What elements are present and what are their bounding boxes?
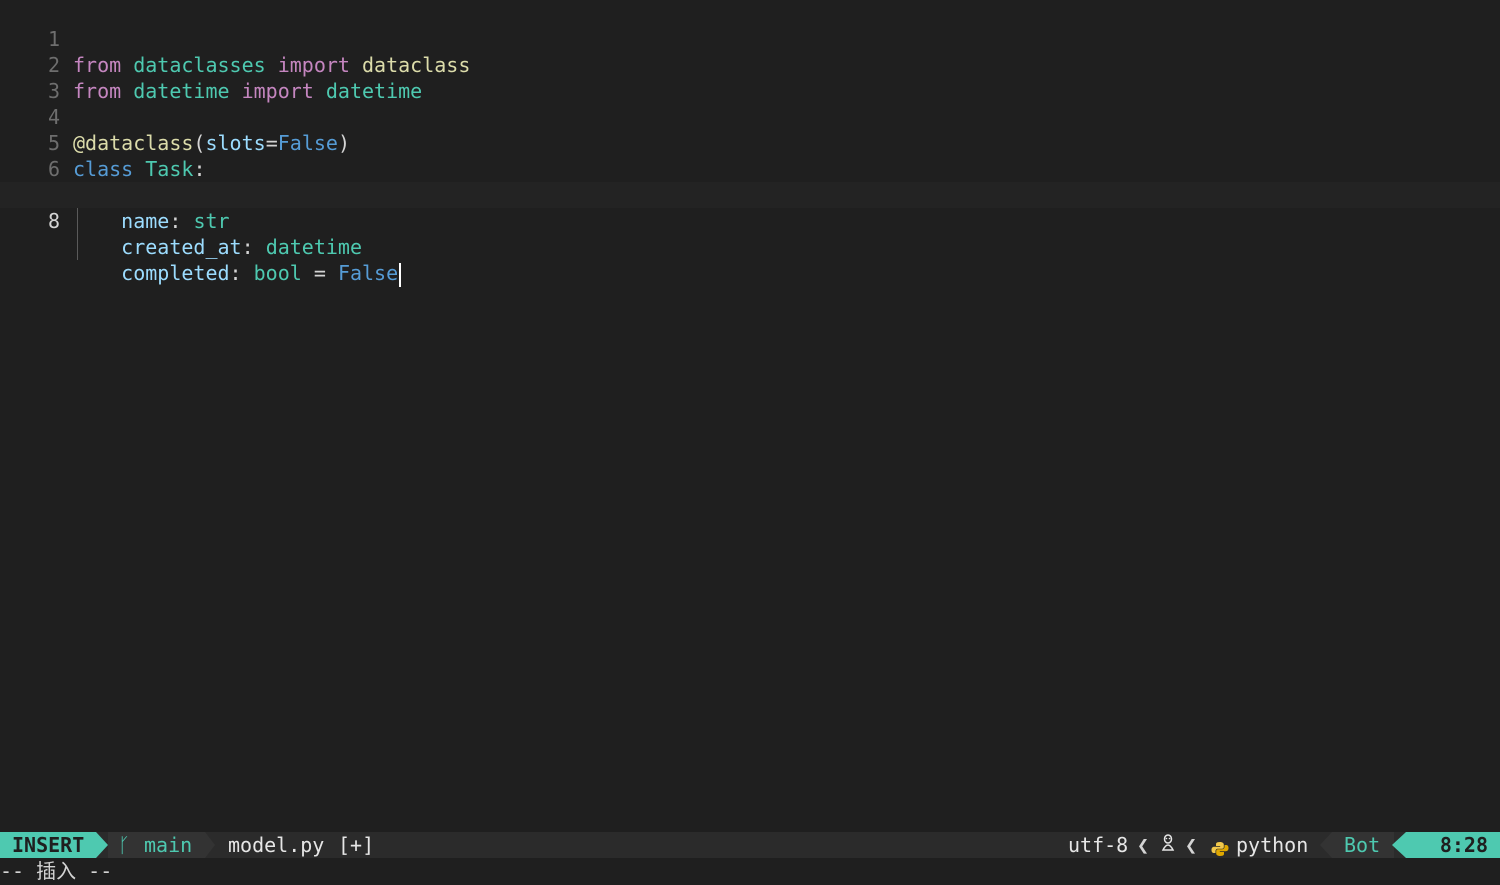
file-name[interactable]: model.py <box>228 832 324 858</box>
code-line-current[interactable]: 8 completed: bool = False <box>0 182 1500 287</box>
code-token: name <box>121 209 170 233</box>
chevron-left-icon: ❮ <box>1137 833 1150 857</box>
code-token: : <box>229 261 254 285</box>
line-number: 8 <box>47 209 60 233</box>
position-separator <box>1392 832 1406 858</box>
file-type: python <box>1236 833 1309 857</box>
chevron-left-icon: ❮ <box>1185 833 1198 857</box>
code-token: = <box>301 261 338 285</box>
mode-separator <box>96 832 108 858</box>
branch-separator <box>205 832 215 858</box>
line-code: name: str <box>73 208 230 234</box>
code-line[interactable]: 1 from dataclasses import dataclass <box>0 0 1500 77</box>
linux-icon <box>1161 832 1175 858</box>
scroll-separator <box>1320 832 1332 858</box>
code-token: str <box>193 209 230 233</box>
mode-indicator: INSERT <box>0 832 96 858</box>
code-line[interactable]: 7 created_at: datetime <box>0 156 1500 259</box>
line-code: created_at: datetime <box>73 234 362 260</box>
git-branch-segment[interactable]: ᚴ main <box>108 832 205 858</box>
code-line[interactable]: 3 <box>0 52 1500 103</box>
code-line[interactable]: 2 from datetime import datetime <box>0 26 1500 103</box>
indent-guide <box>77 234 78 260</box>
code-token: bool <box>253 261 302 285</box>
code-token: : <box>241 235 266 259</box>
editor-buffer[interactable]: 1 from dataclasses import dataclass 2 fr… <box>0 0 1500 832</box>
status-line: INSERT ᚴ main model.py [+] utf-8 ❮ ❮ pyt… <box>0 832 1500 858</box>
modified-flag: [+] <box>338 833 375 857</box>
python-icon <box>1211 837 1229 856</box>
git-branch-icon: ᚴ <box>118 833 130 857</box>
code-line[interactable]: 5 class Task: <box>0 104 1500 181</box>
code-line[interactable]: 6 name: str <box>0 130 1500 233</box>
branch-name: main <box>144 833 193 857</box>
code-line[interactable]: 4 @dataclass(slots=False) <box>0 78 1500 155</box>
indent-guide <box>77 208 78 234</box>
code-token: created_at <box>121 235 242 259</box>
code-token: False <box>337 261 399 285</box>
code-token: completed <box>121 261 230 285</box>
text-cursor <box>399 262 402 287</box>
code-token: : <box>169 209 194 233</box>
code-token: datetime <box>265 235 363 259</box>
line-code: completed: bool = False <box>73 260 402 287</box>
file-encoding: utf-8 <box>1068 833 1129 857</box>
scroll-position: Bot <box>1332 832 1394 858</box>
command-line[interactable]: -- 插入 -- <box>0 858 1500 885</box>
cursor-position: 8:28 <box>1406 832 1500 858</box>
